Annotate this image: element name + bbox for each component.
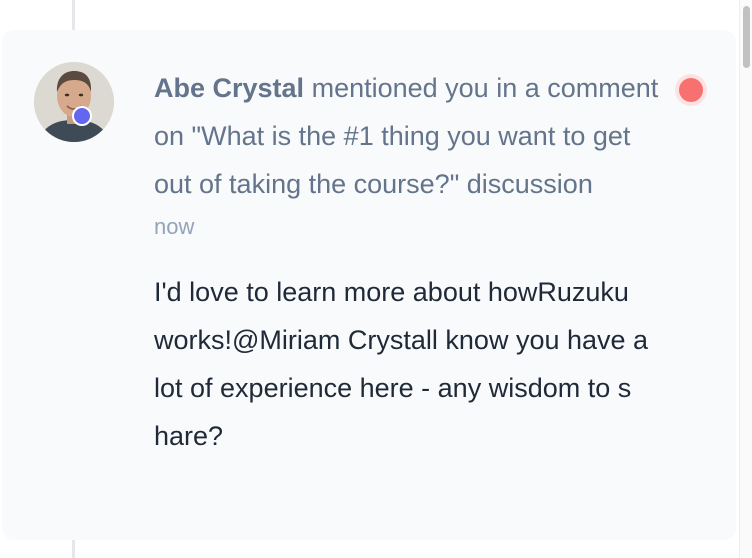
comment-text: I'd love to learn more about howRuzuku w… <box>154 268 714 460</box>
timeline-connector-bottom <box>72 540 75 558</box>
notification-feed: Abe Crystal mentioned you in a comment o… <box>0 0 752 558</box>
online-status-dot <box>72 106 92 126</box>
scrollbar-thumb[interactable] <box>743 6 750 68</box>
comment-line: I'd love to learn more about howRuzuku <box>154 277 629 307</box>
comment-line: works!@Miriam Crystall know you have a <box>154 325 649 355</box>
notification-content: Abe Crystal mentioned you in a comment o… <box>154 64 684 460</box>
comment-line: lot of experience here - any wisdom to s <box>154 373 632 403</box>
avatar-photo <box>34 62 114 142</box>
avatar[interactable] <box>34 62 114 142</box>
comment-line: hare? <box>154 421 224 451</box>
actor-name[interactable]: Abe Crystal <box>154 73 304 103</box>
scrollbar[interactable] <box>739 0 752 558</box>
notification-message[interactable]: Abe Crystal mentioned you in a comment o… <box>154 64 674 208</box>
timeline-connector-top <box>72 0 75 30</box>
notification-timestamp: now <box>154 214 195 239</box>
